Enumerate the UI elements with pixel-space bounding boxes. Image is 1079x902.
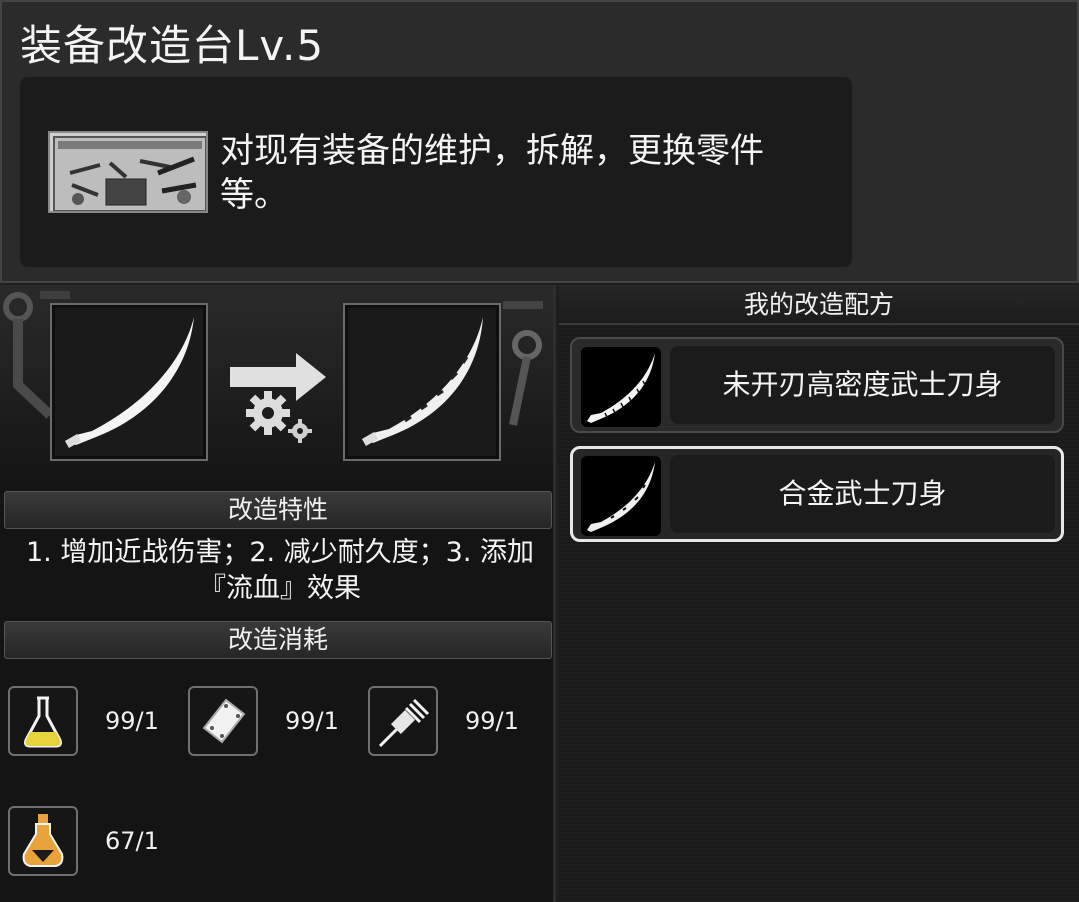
recipe-name: 合金武士刀身 (670, 455, 1055, 533)
katana-blade-plain-icon (587, 353, 655, 423)
recipe-panel: 我的改造配方 未开刃高密度武士刀身 合金武士刀身 (559, 285, 1079, 902)
station-title: 装备改造台Lv.5 (20, 21, 325, 70)
recipe-icon (581, 347, 661, 427)
drill-part-icon (378, 698, 430, 748)
modify-arrow-gear-icon (230, 353, 326, 443)
katana-blade-alloy-icon (361, 317, 483, 446)
traits-description: 1. 增加近战伤害；2. 减少耐久度；3. 添加『流血』效果 (25, 537, 535, 604)
robot-arm-right-icon (503, 301, 543, 426)
station-description-box: 对现有装备的维护，拆解，更换零件等。 (20, 77, 852, 267)
material-slot[interactable] (188, 686, 258, 756)
traits-header: 改造特性 (4, 491, 552, 529)
source-item-slot[interactable] (50, 303, 208, 461)
yellow-flask-icon (24, 696, 62, 748)
material-slot[interactable] (368, 686, 438, 756)
recipe-item-selected[interactable]: 合金武士刀身 (570, 446, 1064, 542)
recipe-panel-title: 我的改造配方 (559, 285, 1079, 325)
recipe-name: 未开刃高密度武士刀身 (670, 346, 1055, 424)
result-item-slot[interactable] (343, 303, 501, 461)
material-count: 99/1 (285, 707, 339, 735)
katana-blade-plain-icon (64, 317, 194, 448)
material-count: 67/1 (105, 827, 159, 855)
workbench-tools-icon (48, 131, 208, 213)
orange-potion-icon (22, 814, 64, 867)
station-description: 对现有装备的维护，拆解，更换零件等。 (220, 131, 764, 215)
material-slot[interactable] (8, 686, 78, 756)
modify-panel: 改造特性 1. 增加近战伤害；2. 减少耐久度；3. 添加『流血』效果 改造消耗… (0, 285, 556, 902)
station-header: 装备改造台Lv.5 对现有装备的维护，拆解，更换零件等。 (0, 0, 1079, 283)
material-slot[interactable] (8, 806, 78, 876)
material-count: 99/1 (105, 707, 159, 735)
metal-plate-icon (202, 698, 246, 744)
recipe-item[interactable]: 未开刃高密度武士刀身 (570, 337, 1064, 433)
cost-header: 改造消耗 (4, 621, 552, 659)
katana-blade-alloy-icon (587, 462, 655, 532)
material-count: 99/1 (465, 707, 519, 735)
recipe-icon (581, 456, 661, 536)
